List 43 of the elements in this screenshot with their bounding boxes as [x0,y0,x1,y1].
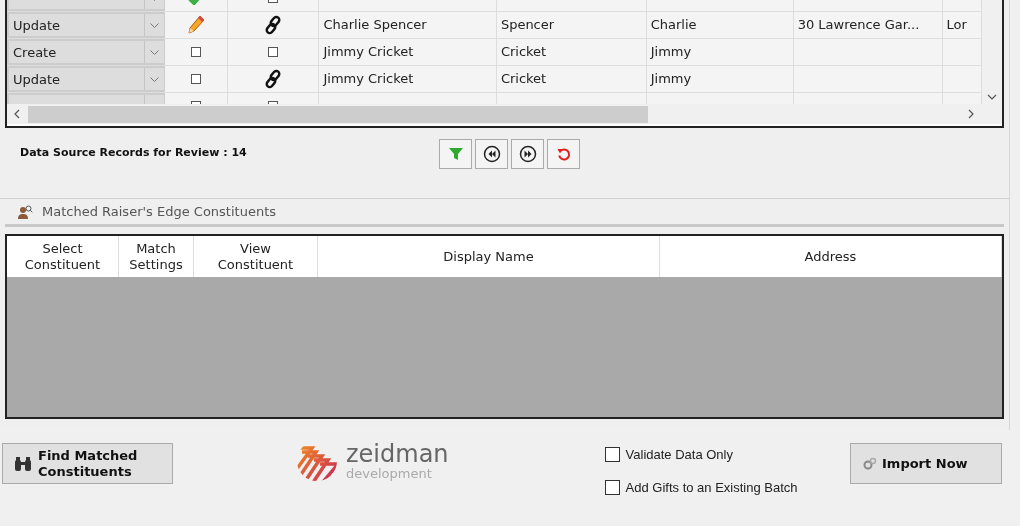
undo-icon [555,146,572,162]
next-button[interactable] [511,139,544,169]
filter-icon [447,146,464,162]
reset-button[interactable] [547,139,580,169]
table-cell: Jimmy [646,66,794,92]
column-header: Match Settings [119,236,194,277]
find-matched-button[interactable]: Find Matched Constituents [2,443,173,484]
checkbox[interactable] [604,479,620,495]
checkbox[interactable] [268,47,279,57]
checkbox-label: Add Gifts to an Existing Batch [625,478,798,497]
table-cell: Jimmy Cricket [319,66,497,92]
gears-icon [863,456,877,471]
table-cell: Charlie Spencer [319,12,497,38]
scroll-right-icon[interactable] [968,109,974,119]
table-cell: Jimmy Cricket [319,39,497,65]
table-cell: Charlie [646,12,794,38]
column-header: Address [660,236,1002,277]
logo-name: zeidman [346,442,449,466]
scroll-down-icon[interactable] [987,94,997,100]
column-header: Select Constituent [7,236,119,277]
fast-forward-icon [518,145,537,163]
scroll-left-icon[interactable] [14,109,20,119]
checkbox[interactable] [190,74,201,84]
checkbox-label: Validate Data Only [625,446,733,464]
binoculars-icon [14,455,32,472]
column-header: View Constituent [194,236,318,277]
table-cell: Cricket [496,66,647,92]
checkbox[interactable] [190,47,201,57]
table-cell: Lor [942,12,982,38]
logo-tagline: development [346,467,433,480]
scrollbar-thumb[interactable] [28,105,648,123]
table-cell: 30 Lawrence Gar... [793,12,943,38]
table-cell: Jimmy [646,39,794,65]
column-header: Display Name [318,236,660,277]
table-cell: Spencer [496,12,647,38]
people-search-icon [17,204,33,219]
checkbox[interactable] [604,447,620,463]
section-title: Matched Raiser's Edge Constituents [42,202,276,221]
import-now-button[interactable]: Import Now [850,443,1002,484]
records-count: Data Source Records for Review : 14 [20,145,248,161]
rewind-icon [482,145,501,163]
table-cell: Cricket [496,39,647,65]
previous-button[interactable] [475,139,508,169]
